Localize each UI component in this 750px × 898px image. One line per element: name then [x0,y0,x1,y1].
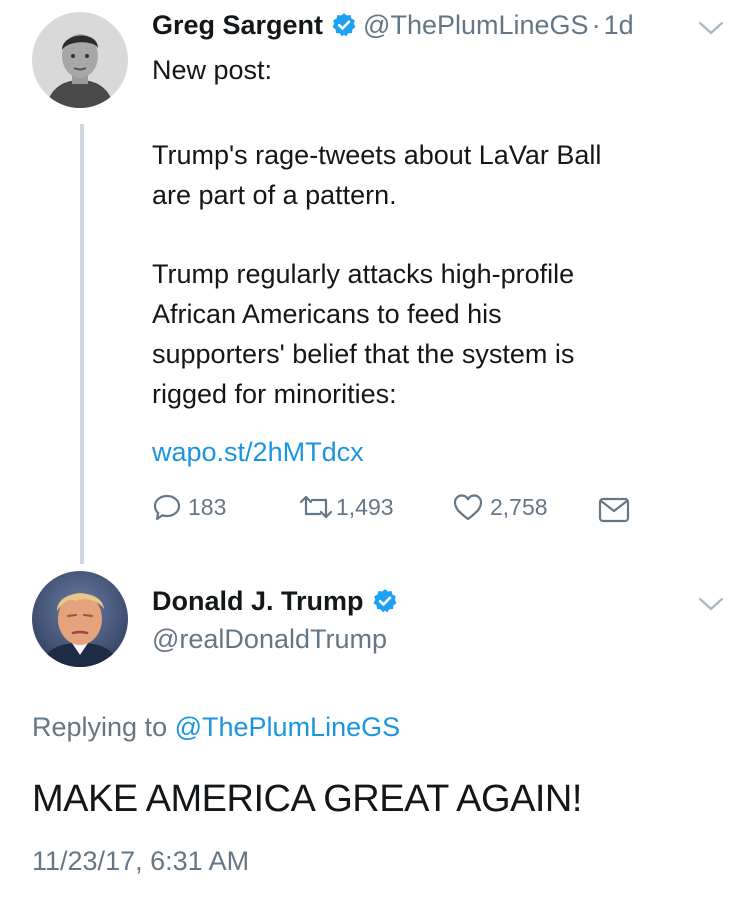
author-handle[interactable]: @realDonaldTrump [152,622,387,656]
text-line: Trump regularly attacks high-profile [152,259,575,289]
replying-prefix: Replying to [32,712,168,742]
retweet-icon [299,495,333,519]
replying-handle-link[interactable]: @ThePlumLineGS [175,712,401,742]
thread-connector [80,124,84,564]
chevron-down-icon[interactable] [698,20,724,36]
reply-count: 183 [188,493,227,520]
tweet1-header: Greg Sargent @ThePlumLineGS · 1d [152,8,634,42]
tweet-link[interactable]: wapo.st/2hMTdcx [152,432,364,472]
chevron-down-icon[interactable] [698,596,724,612]
verified-icon [373,589,397,613]
tweet-age[interactable]: 1d [604,10,634,40]
reply-icon [153,494,181,521]
text-line: are part of a pattern. [152,180,397,210]
avatar-donald-trump[interactable] [32,571,128,667]
tweet2-header-name: Donald J. Trump [152,584,404,618]
text-line: Trump's rage-tweets about LaVar Ball [152,140,602,170]
header-separator: · [591,10,601,40]
text-line: New post: [152,55,273,85]
tweet2-text: MAKE AMERICA GREAT AGAIN! [32,778,582,820]
like-icon [453,494,483,521]
reply-button[interactable]: 183 [152,492,226,522]
text-line: African Americans to feed his [152,299,502,329]
tweet1-text: New post: Trump's rage-tweets about LaVa… [152,50,601,414]
text-line: supporters' belief that the system is [152,339,575,369]
dm-button[interactable] [598,497,630,528]
avatar-greg-sargent[interactable] [32,12,128,108]
like-button[interactable]: 2,758 [452,492,548,522]
text-line [152,215,601,255]
like-count: 2,758 [490,493,548,520]
retweet-button[interactable]: 1,493 [298,492,394,522]
author-name[interactable]: Greg Sargent [152,10,323,40]
tweet-timestamp[interactable]: 11/23/17, 6:31 AM [32,846,249,877]
verified-icon [332,13,356,37]
replying-to: Replying to @ThePlumLineGS [32,712,400,743]
author-name[interactable]: Donald J. Trump [152,586,364,616]
dm-icon [598,497,630,523]
retweet-count: 1,493 [336,493,394,520]
text-line: rigged for minorities: [152,379,397,409]
author-handle[interactable]: @ThePlumLineGS [363,10,589,40]
text-line [152,90,601,130]
